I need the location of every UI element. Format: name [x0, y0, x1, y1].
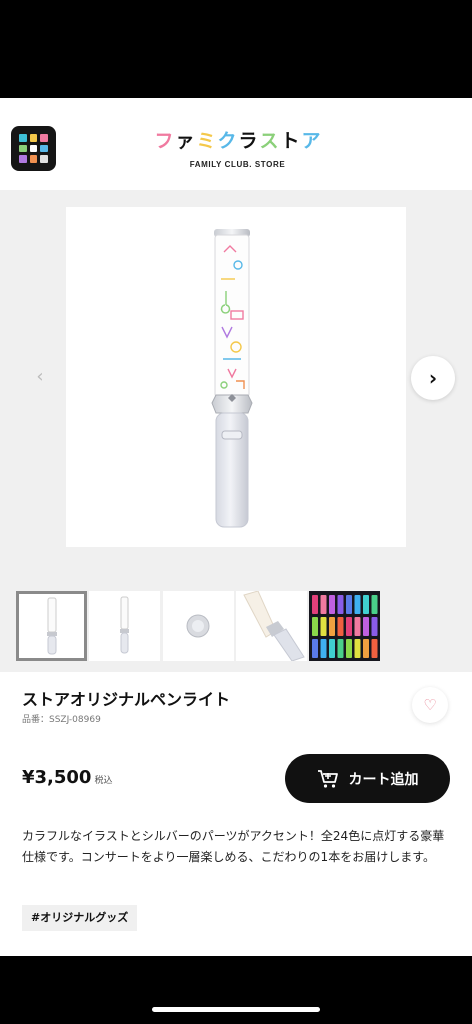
thumbnail-3[interactable] [163, 591, 234, 661]
color-swatch [371, 595, 378, 614]
menu-square [19, 155, 27, 163]
color-swatch [329, 617, 335, 636]
thumbnail-2[interactable] [89, 591, 160, 661]
logo-char: ト [280, 130, 300, 152]
thumbnail-4[interactable] [236, 591, 307, 661]
color-swatch [346, 617, 352, 636]
color-swatch [354, 595, 361, 614]
logo-char: ア [301, 130, 321, 152]
logo-char: ミ [196, 130, 216, 152]
color-swatch [363, 595, 369, 614]
status-bar [0, 0, 472, 98]
color-swatch [363, 639, 369, 658]
color-swatch [337, 595, 344, 614]
menu-square [29, 155, 38, 163]
logo-char: ァ [175, 130, 195, 152]
menu-square [40, 144, 48, 153]
chevron-right-icon[interactable]: › [411, 356, 455, 400]
menu-square [19, 144, 27, 153]
color-swatch [337, 617, 344, 636]
color-swatch [320, 617, 327, 636]
tag-chip[interactable]: #オリジナルグッズ [22, 905, 138, 931]
color-swatch [312, 595, 318, 614]
penlight-illustration [211, 229, 253, 528]
logo-char: ス [259, 130, 279, 152]
color-swatch [320, 639, 327, 658]
chevron-left-icon[interactable]: ‹ [28, 364, 52, 390]
product-title: ストアオリジナルペンライト [22, 690, 231, 709]
add-to-cart-label: カート追加 [348, 771, 419, 788]
menu-square [29, 144, 38, 153]
logo-wordmark: ファミクラストア [150, 130, 325, 152]
menu-square [40, 134, 48, 142]
thumbnail-5[interactable] [309, 591, 380, 661]
color-swatch [346, 639, 352, 658]
price-amount: ¥3,500 [22, 767, 92, 788]
color-swatch [346, 595, 352, 614]
color-swatch [312, 617, 318, 636]
thumbnail-1[interactable] [16, 591, 87, 661]
color-swatch [329, 595, 335, 614]
color-swatch [337, 639, 344, 658]
logo-char: ラ [238, 130, 258, 152]
product-sku: 品番：SSZJ-08969 [22, 715, 101, 725]
menu-square [29, 134, 38, 142]
menu-square [19, 134, 27, 142]
menu-square [40, 155, 48, 163]
product-description: カラフルなイラストとシルバーのパーツがアクセント！全24色に点灯する豪華仕様です… [22, 829, 445, 864]
color-swatch [371, 617, 378, 636]
color-swatch [354, 639, 361, 658]
add-to-cart-button[interactable]: カート追加 [285, 754, 450, 803]
logo-char: ク [217, 130, 237, 152]
color-swatch [363, 617, 369, 636]
product-price: ¥3,500 税込 [22, 767, 112, 788]
color-swatch [320, 595, 327, 614]
cart-icon [317, 769, 338, 788]
bottom-bar [0, 956, 472, 1024]
heart-icon[interactable]: ♡ [412, 687, 448, 723]
store-logo[interactable]: ファミクラストア FAMILY CLUB. STORE [150, 130, 325, 170]
logo-subtitle: FAMILY CLUB. STORE [189, 160, 286, 169]
logo-char: フ [154, 130, 174, 152]
color-swatch [312, 639, 318, 658]
color-swatch [354, 617, 361, 636]
tax-label: 税込 [94, 776, 113, 786]
home-indicator[interactable] [152, 1007, 320, 1012]
product-main-image[interactable] [66, 207, 406, 547]
grid-menu-icon[interactable] [11, 126, 56, 171]
color-swatch [329, 639, 335, 658]
color-swatch [371, 639, 378, 658]
